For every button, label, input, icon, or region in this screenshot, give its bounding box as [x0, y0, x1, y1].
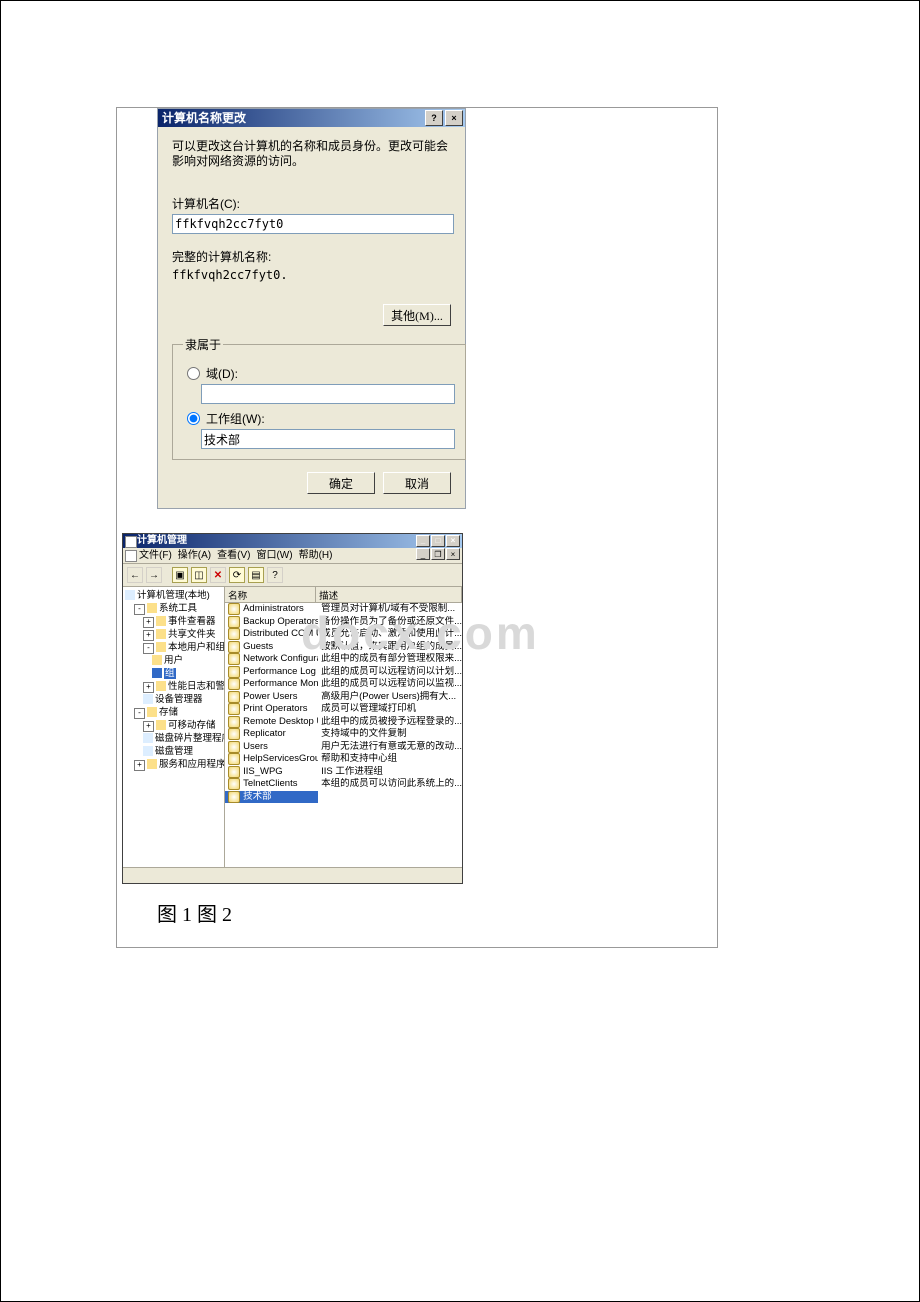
list-item[interactable]: Power Users高级用户(Power Users)拥有大...: [225, 691, 462, 704]
list-item[interactable]: Print Operators成员可以管理域打印机: [225, 703, 462, 716]
group-icon: [228, 641, 240, 653]
group-icon: [228, 766, 240, 778]
col-name[interactable]: 名称: [225, 587, 316, 602]
mmc-title: 计算机管理: [137, 534, 187, 548]
list-item[interactable]: Guests按默认值，来宾跟用户组的成员...: [225, 641, 462, 654]
group-icon: [228, 716, 240, 728]
workgroup-input[interactable]: [201, 429, 455, 449]
forward-icon[interactable]: →: [146, 567, 162, 583]
dialog-title: 计算机名称更改: [162, 109, 246, 127]
group-icon: [228, 778, 240, 790]
minimize-icon[interactable]: _: [416, 535, 430, 547]
mmc-menubar: 文件(F) 操作(A) 查看(V) 窗口(W) 帮助(H) _ ❐ ×: [123, 548, 462, 564]
list-item[interactable]: 技术部: [225, 791, 462, 804]
other-button[interactable]: 其他(M)...: [383, 304, 451, 326]
member-of-legend: 隶属于: [183, 336, 223, 353]
domain-radio[interactable]: [187, 367, 200, 380]
close-icon[interactable]: ×: [446, 535, 460, 547]
list-item[interactable]: Distributed COM Users成员允许启动、激活和使用此计...: [225, 628, 462, 641]
dialog-description: 可以更改这台计算机的名称和成员身份。更改可能会影响对网络资源的访问。: [172, 139, 451, 169]
computer-name-input[interactable]: [172, 214, 454, 234]
full-name-label: 完整的计算机名称:: [172, 248, 451, 265]
menu-view[interactable]: 查看(V): [217, 548, 250, 563]
mdi-restore-icon[interactable]: ❐: [431, 548, 445, 560]
menu-action[interactable]: 操作(A): [178, 548, 211, 563]
list-item[interactable]: Performance Log Users此组的成员可以远程访问以计划...: [225, 666, 462, 679]
list-item[interactable]: Administrators管理员对计算机/域有不受限制...: [225, 603, 462, 616]
menu-help[interactable]: 帮助(H): [299, 548, 333, 563]
mmc-titlebar[interactable]: 计算机管理 _ □ ×: [123, 534, 462, 548]
group-icon: [228, 703, 240, 715]
tree-selected-groups[interactable]: 组: [152, 667, 222, 680]
group-icon: [228, 728, 240, 740]
computer-management-window: 计算机管理 _ □ × 文件(F) 操作(A) 查看(V) 窗口(W) 帮助(H…: [122, 533, 463, 884]
list-item[interactable]: HelpServicesGroup帮助和支持中心组: [225, 753, 462, 766]
group-icon: [228, 666, 240, 678]
delete-icon[interactable]: ✕: [210, 567, 226, 583]
workgroup-radio[interactable]: [187, 412, 200, 425]
cancel-button[interactable]: 取消: [383, 472, 451, 494]
list-item[interactable]: Remote Desktop Users此组中的成员被授予远程登录的...: [225, 716, 462, 729]
col-desc[interactable]: 描述: [316, 587, 462, 602]
mmc-tree[interactable]: 计算机管理(本地) -系统工具 +事件查看器 +共享文件夹 -本地用户和组 用户: [123, 587, 225, 867]
figure-caption: 图 1 图 2: [157, 898, 717, 927]
refresh-icon[interactable]: ⟳: [229, 567, 245, 583]
back-icon[interactable]: ←: [127, 567, 143, 583]
up-icon[interactable]: ▣: [172, 567, 188, 583]
list-item[interactable]: IIS_WPGIIS 工作进程组: [225, 766, 462, 779]
rename-computer-dialog: 计算机名称更改 ? × 可以更改这台计算机的名称和成员身份。更改可能会影响对网络…: [157, 108, 466, 509]
export-icon[interactable]: ▤: [248, 567, 264, 583]
maximize-icon[interactable]: □: [431, 535, 445, 547]
list-item[interactable]: Backup Operators备份操作员为了备份或还原文件...: [225, 616, 462, 629]
mmc-list[interactable]: 名称 描述 Administrators管理员对计算机/域有不受限制...Bac…: [225, 587, 462, 867]
menu-window[interactable]: 窗口(W): [256, 548, 292, 563]
list-item[interactable]: TelnetClients本组的成员可以访问此系统上的...: [225, 778, 462, 791]
help-icon[interactable]: ?: [425, 110, 443, 126]
workgroup-radio-label: 工作组(W):: [206, 410, 265, 427]
mmc-statusbar: [123, 867, 462, 883]
menu-file[interactable]: 文件(F): [139, 548, 172, 563]
mdi-close-icon[interactable]: ×: [446, 548, 460, 560]
domain-input[interactable]: [201, 384, 455, 404]
group-icon: [228, 678, 240, 690]
dialog-titlebar[interactable]: 计算机名称更改 ? ×: [158, 109, 465, 127]
member-of-group: 隶属于 域(D): 工作组(W):: [172, 336, 466, 460]
mmc-toolbar: ← → ▣ ◫ ✕ ⟳ ▤ ?: [123, 564, 462, 587]
group-icon: [228, 653, 240, 665]
domain-radio-label: 域(D):: [206, 365, 238, 382]
list-header[interactable]: 名称 描述: [225, 587, 462, 603]
ok-button[interactable]: 确定: [307, 472, 375, 494]
help-icon[interactable]: ?: [267, 567, 283, 583]
group-icon: [228, 603, 240, 615]
list-item[interactable]: Network Configurat...此组中的成员有部分管理权限来...: [225, 653, 462, 666]
computer-name-label: 计算机名(C):: [172, 195, 451, 212]
full-name-value: ffkfvqh2cc7fyt0.: [172, 268, 451, 282]
group-icon: [228, 753, 240, 765]
group-icon: [228, 616, 240, 628]
properties-icon[interactable]: ◫: [191, 567, 207, 583]
close-icon[interactable]: ×: [445, 110, 463, 126]
group-icon: [228, 691, 240, 703]
list-item[interactable]: Replicator支持域中的文件复制: [225, 728, 462, 741]
list-item[interactable]: Users用户无法进行有意或无意的改动...: [225, 741, 462, 754]
mdi-minimize-icon[interactable]: _: [416, 548, 430, 560]
group-icon: [228, 628, 240, 640]
group-icon: [228, 791, 240, 803]
list-item[interactable]: Performance Monito...此组的成员可以远程访问以监视...: [225, 678, 462, 691]
group-icon: [228, 741, 240, 753]
document-frame: 计算机名称更改 ? × 可以更改这台计算机的名称和成员身份。更改可能会影响对网络…: [116, 107, 718, 948]
